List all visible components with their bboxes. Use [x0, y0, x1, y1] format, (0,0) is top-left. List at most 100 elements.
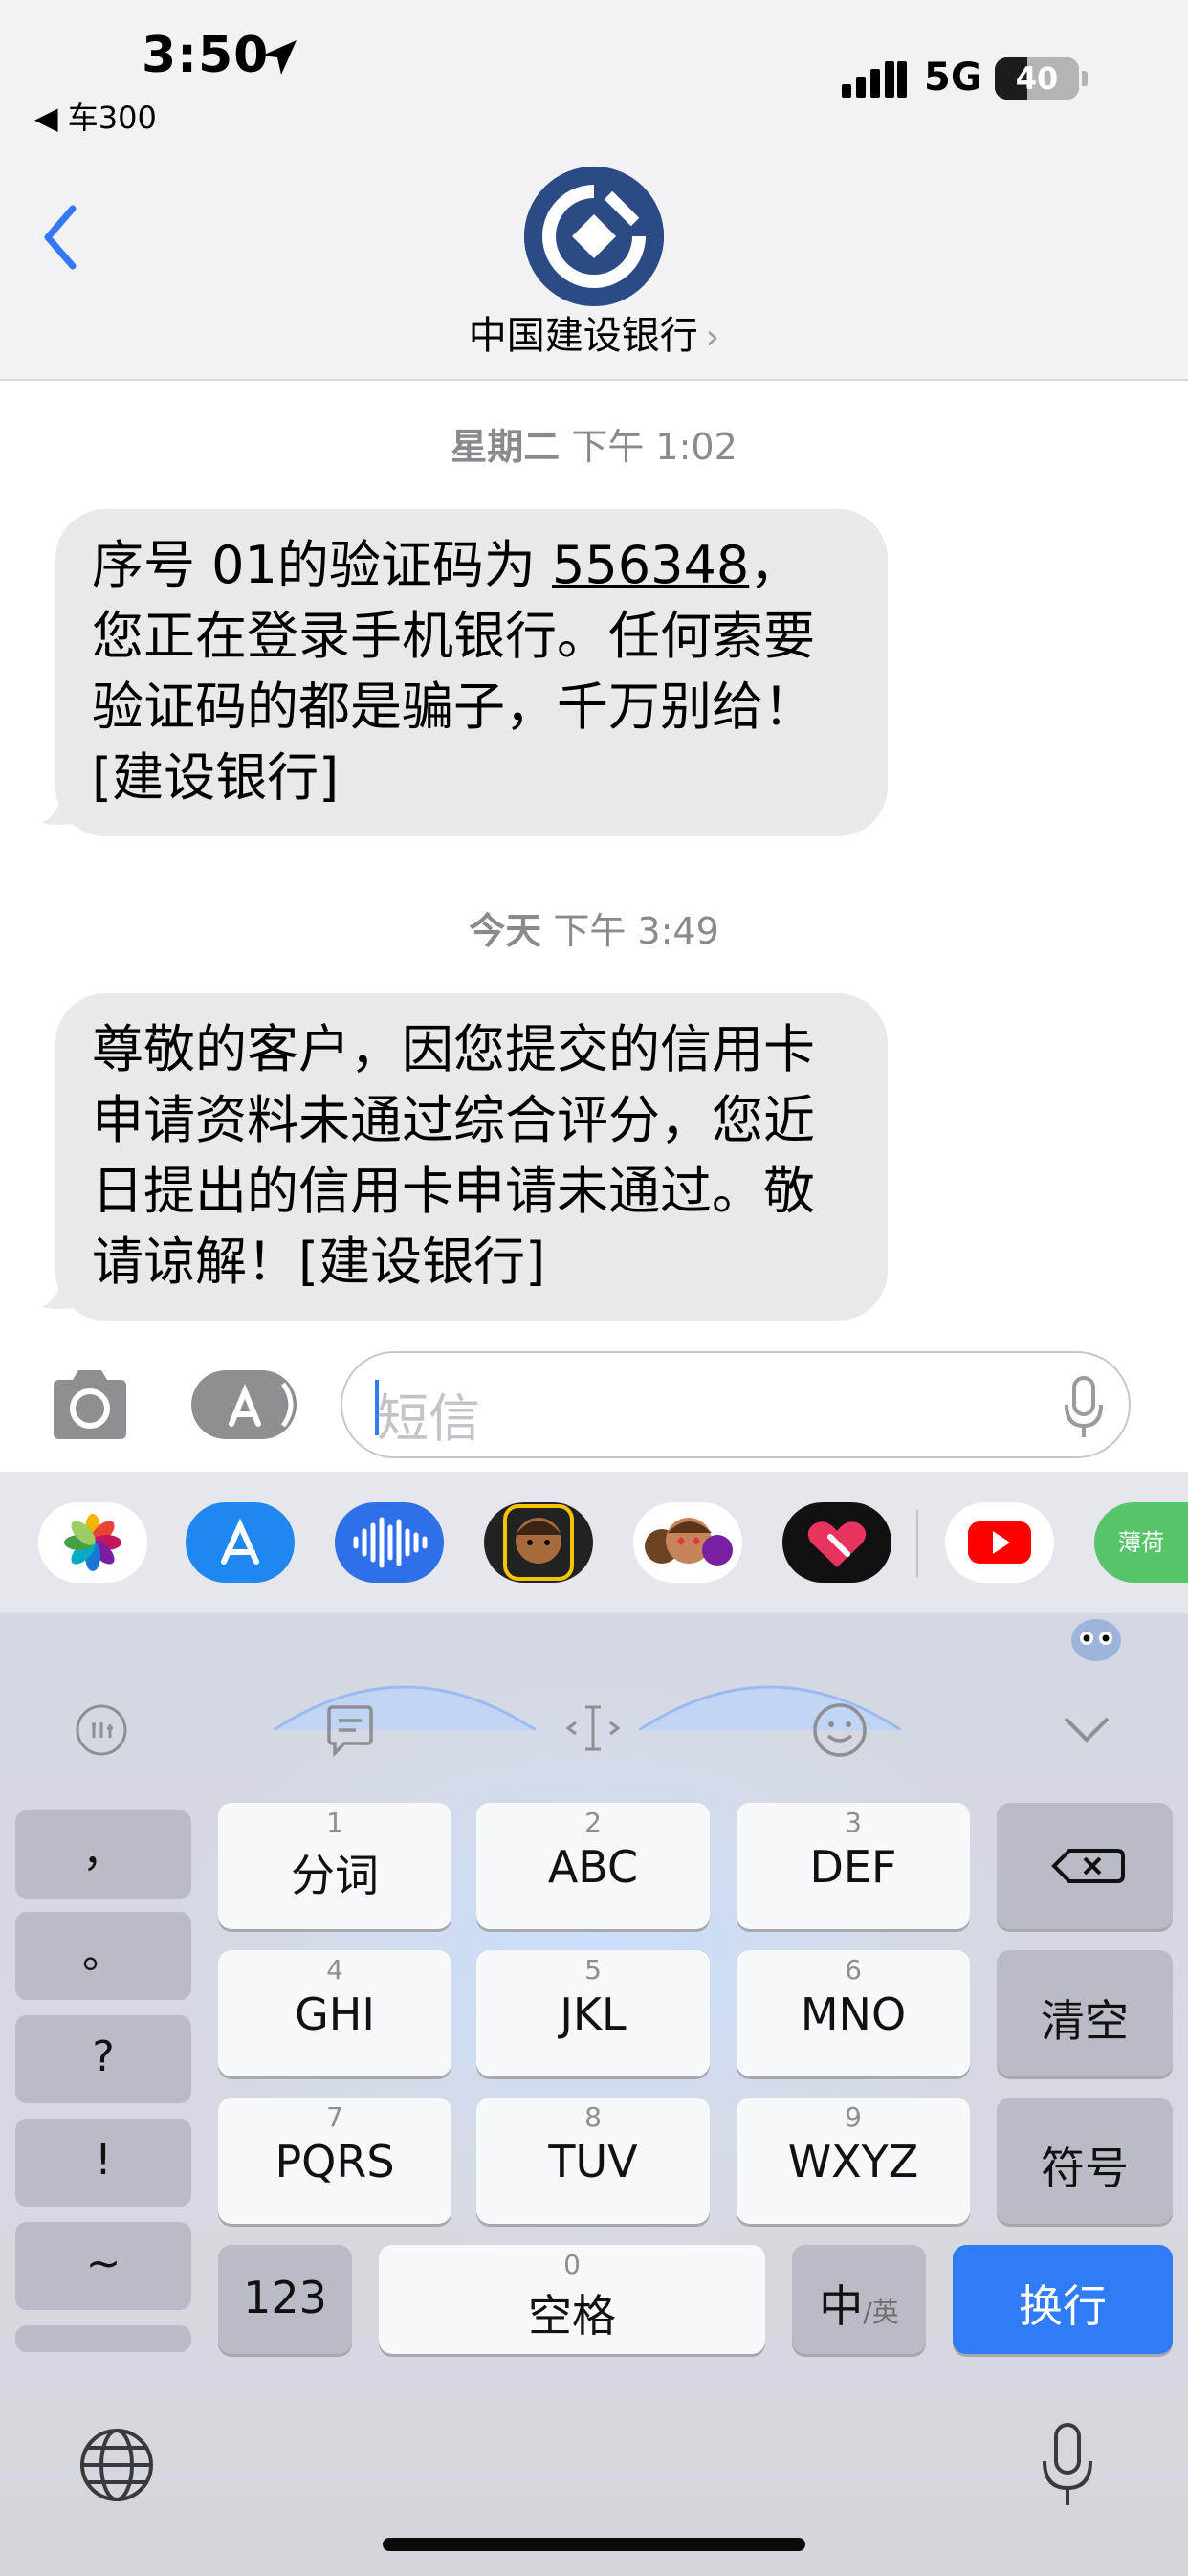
language-switch-label: 中/英	[792, 2272, 926, 2335]
status-time: 3:50	[142, 27, 270, 84]
punctuation-key[interactable]: !	[15, 2119, 191, 2207]
key-8[interactable]: 8 TUV	[476, 2098, 710, 2224]
key-6[interactable]: 6 MNO	[737, 1950, 970, 2076]
bubble-tail	[42, 1269, 80, 1309]
camera-icon[interactable]	[46, 1366, 134, 1443]
memoji-stickers-icon[interactable]	[633, 1502, 742, 1583]
backspace-key[interactable]	[997, 1803, 1173, 1929]
cursor-move-icon[interactable]	[564, 1699, 622, 1757]
chat-phrase-icon[interactable]	[321, 1701, 379, 1759]
punctuation-key[interactable]: ~	[15, 2222, 191, 2310]
key-label: JKL	[560, 1988, 627, 2040]
message-timestamp: 星期二 下午 1:02	[0, 417, 1188, 470]
punctuation-key[interactable]: ?	[15, 2015, 191, 2103]
collapse-keyboard-chevron-icon[interactable]	[1060, 1709, 1113, 1747]
key-number: 2	[584, 1807, 602, 1838]
keyboard-mic-icon[interactable]	[1039, 2421, 1096, 2509]
key-number: 5	[584, 1954, 602, 1986]
message-bubble[interactable]: 序号 01的验证码为 556348，您正在登录手机银行。任何索要验证码的都是骗子…	[55, 509, 888, 836]
ifly-logo-icon[interactable]	[73, 1701, 130, 1759]
battery-indicator: 40	[995, 57, 1079, 100]
back-chevron-icon[interactable]	[38, 201, 80, 274]
key-9[interactable]: 9 WXYZ	[737, 2098, 970, 2224]
key-1[interactable]: 1 分词	[218, 1803, 451, 1929]
network-type: 5G	[924, 56, 982, 100]
key-4[interactable]: 4 GHI	[218, 1950, 451, 2076]
key-number: 9	[845, 2101, 862, 2133]
key-label: MNO	[800, 1988, 907, 2040]
battery-tip	[1082, 71, 1088, 86]
timestamp-day: 星期二	[451, 426, 561, 468]
audio-message-icon[interactable]	[335, 1502, 444, 1583]
key-number: 4	[326, 1954, 343, 1986]
ccb-logo-icon	[524, 167, 664, 306]
clear-key[interactable]: 清空	[997, 1950, 1173, 2076]
contact-chevron-icon: ›	[705, 318, 720, 357]
lang-main: 中	[819, 2280, 864, 2332]
photos-icon[interactable]	[38, 1502, 147, 1583]
contact-name-row[interactable]: 中国建设银行 ›	[0, 304, 1188, 360]
message-timestamp: 今天 下午 3:49	[0, 901, 1188, 954]
language-switch-key[interactable]: 中/英	[792, 2245, 926, 2354]
toolbar-arc-left	[274, 1685, 536, 1730]
timestamp-time: 下午 3:49	[553, 910, 719, 952]
message-text: 序号 01的验证码为	[92, 535, 553, 595]
key-label: GHI	[295, 1988, 375, 2040]
back-to-app-link[interactable]: ◀ 车300	[34, 94, 157, 138]
punctuation-key[interactable]: ，	[15, 1810, 191, 1899]
youtube-icon[interactable]	[945, 1502, 1054, 1583]
key-number: 6	[845, 1954, 862, 1986]
globe-icon[interactable]	[78, 2427, 155, 2503]
lang-sub: /英	[863, 2297, 899, 2328]
numbers-key[interactable]: 123	[218, 2245, 352, 2354]
app-store-icon[interactable]	[186, 1502, 295, 1583]
key-label: WXYZ	[787, 2136, 919, 2187]
app-store-button[interactable]	[191, 1370, 297, 1439]
key-7[interactable]: 7 PQRS	[218, 2098, 451, 2224]
message-input[interactable]: 短信	[341, 1351, 1131, 1458]
numbers-key-label: 123	[243, 2272, 327, 2323]
punctuation-key-partial[interactable]	[15, 2325, 191, 2352]
key-2[interactable]: 2 ABC	[476, 1803, 710, 1929]
boohee-label: 薄荷	[1118, 1529, 1164, 1556]
verification-code-link[interactable]: 556348	[552, 535, 749, 595]
home-indicator	[383, 2538, 805, 2551]
message-bubble[interactable]: 尊敬的客户，因您提交的信用卡申请资料未通过综合评分，您近日提出的信用卡申请未通过…	[55, 993, 888, 1321]
ifly-mascot-icon[interactable]	[1067, 1611, 1125, 1665]
timestamp-time: 下午 1:02	[571, 426, 737, 468]
space-key-number: 0	[563, 2249, 581, 2280]
battery-level: 40	[1015, 60, 1059, 97]
key-number: 7	[326, 2101, 343, 2133]
emoji-icon[interactable]	[811, 1701, 869, 1759]
space-key[interactable]: 0 空格	[379, 2245, 765, 2354]
message-text: 尊敬的客户，因您提交的信用卡申请资料未通过综合评分，您近日提出的信用卡申请未通过…	[92, 1019, 815, 1292]
key-label: 分词	[291, 1850, 379, 1901]
cellular-signal-icon	[842, 61, 907, 98]
bubble-tail	[42, 785, 80, 825]
key-label: DEF	[809, 1841, 897, 1893]
key-label: ABC	[547, 1841, 639, 1893]
app-drawer-divider	[916, 1510, 918, 1577]
contact-name: 中国建设银行	[468, 314, 698, 358]
key-number: 1	[326, 1807, 343, 1838]
backspace-icon	[1051, 1849, 1125, 1883]
boohee-icon[interactable]: 薄荷	[1094, 1502, 1188, 1583]
contact-avatar[interactable]	[524, 167, 664, 306]
space-key-label: 空格	[528, 2290, 616, 2342]
key-number: 8	[584, 2101, 602, 2133]
key-5[interactable]: 5 JKL	[476, 1950, 710, 2076]
symbols-key-label: 符号	[1041, 2143, 1129, 2194]
message-input-placeholder: 短信	[377, 1388, 480, 1449]
symbols-key[interactable]: 符号	[997, 2098, 1173, 2224]
return-key-label: 换行	[1019, 2280, 1107, 2332]
digital-touch-icon[interactable]	[782, 1502, 891, 1583]
key-label: PQRS	[275, 2136, 395, 2187]
dictation-mic-icon[interactable]	[1062, 1374, 1106, 1441]
return-key[interactable]: 换行	[953, 2245, 1173, 2354]
location-arrow-icon	[262, 40, 297, 75]
punctuation-key[interactable]: 。	[15, 1912, 191, 2000]
apps-icon	[229, 1382, 294, 1428]
memoji-icon[interactable]	[484, 1502, 593, 1583]
key-3[interactable]: 3 DEF	[737, 1803, 970, 1929]
key-label: TUV	[548, 2136, 638, 2187]
